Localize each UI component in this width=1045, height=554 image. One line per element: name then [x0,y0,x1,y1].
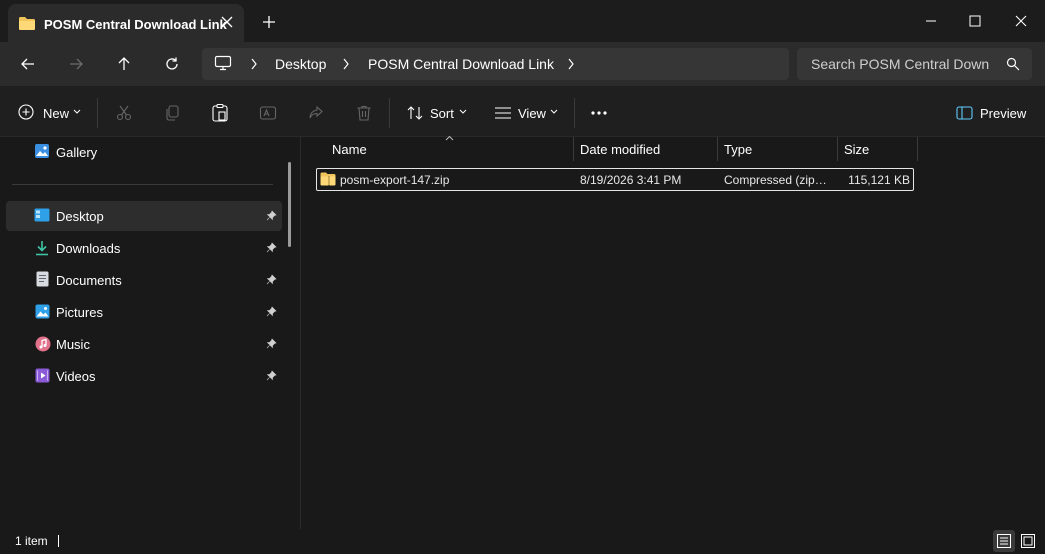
sidebar-item-documents[interactable]: Documents [56,273,122,288]
file-date-modified: 8/19/2026 3:41 PM [580,173,682,187]
sidebar-item-gallery[interactable]: Gallery [56,145,97,160]
search-icon[interactable] [1006,57,1020,71]
rename-icon[interactable] [259,104,277,122]
this-pc-icon[interactable] [214,55,232,71]
status-divider [58,535,59,547]
maximize-icon[interactable] [952,6,998,36]
sort-button[interactable]: Sort [430,106,454,121]
sidebar-divider [12,184,273,185]
folder-icon [18,16,36,31]
pane-splitter[interactable] [300,137,301,529]
download-icon [35,240,49,256]
pin-icon[interactable] [266,338,277,349]
column-header-type[interactable]: Type [724,142,752,157]
navigation-pane [0,137,300,529]
pin-icon[interactable] [266,242,277,253]
up-arrow-icon[interactable] [110,52,138,76]
sidebar-item-desktop[interactable]: Desktop [56,209,104,224]
file-type: Compressed (zipped) Folder [724,173,828,187]
chevron-right-icon[interactable] [342,58,350,70]
toolbar-divider [97,98,98,128]
sort-up-indicator-icon [445,135,454,141]
sort-icon[interactable] [406,104,424,122]
column-divider[interactable] [917,137,918,161]
toolbar-divider [574,98,575,128]
details-view-icon[interactable] [997,534,1011,548]
copy-icon[interactable] [163,104,181,122]
minimize-icon[interactable] [908,6,954,36]
pin-icon[interactable] [266,210,277,221]
chevron-right-icon[interactable] [567,58,575,70]
cut-icon[interactable] [115,104,133,122]
music-icon [35,336,51,352]
zip-folder-icon [320,172,336,186]
column-header-date-modified[interactable]: Date modified [580,142,660,157]
column-divider[interactable] [717,137,718,161]
share-icon[interactable] [307,104,325,122]
view-button[interactable]: View [518,106,546,121]
close-tab-icon[interactable] [220,15,234,29]
forward-arrow-icon[interactable] [62,52,90,76]
sidebar-item-downloads[interactable]: Downloads [56,241,120,256]
toolbar-divider [389,98,390,128]
tiles-view-icon[interactable] [1021,534,1035,548]
view-icon[interactable] [494,106,512,120]
chevron-right-icon[interactable] [250,58,258,70]
column-header-name[interactable]: Name [332,142,367,157]
sidebar-scrollbar[interactable] [288,162,291,247]
sidebar-item-music[interactable]: Music [56,337,90,352]
status-bar [0,529,1045,554]
sidebar-item-videos[interactable]: Videos [56,369,96,384]
document-icon [36,271,49,287]
search-input[interactable]: Search POSM Central Download Link [811,56,989,72]
preview-pane-icon[interactable] [956,106,973,120]
back-arrow-icon[interactable] [14,52,42,76]
paste-icon[interactable] [211,103,229,123]
pictures-icon [35,304,50,319]
gallery-icon [34,143,50,159]
column-divider[interactable] [573,137,574,161]
sidebar-item-pictures[interactable]: Pictures [56,305,103,320]
desktop-icon [34,208,50,222]
new-plus-icon[interactable] [18,104,34,120]
more-options-icon[interactable] [590,110,608,116]
file-size: 115,121 KB [848,173,910,187]
preview-button[interactable]: Preview [980,106,1026,121]
refresh-icon[interactable] [158,52,186,76]
chevron-down-icon[interactable] [459,109,467,115]
close-window-icon[interactable] [998,6,1044,36]
chevron-down-icon[interactable] [73,109,81,115]
column-divider[interactable] [837,137,838,161]
new-button[interactable]: New [43,106,69,121]
delete-icon[interactable] [355,104,373,122]
tab-title: POSM Central Download Link [44,17,227,32]
new-tab-icon[interactable] [262,15,276,29]
chevron-down-icon[interactable] [550,109,558,115]
pin-icon[interactable] [266,370,277,381]
file-name: posm-export-147.zip [340,173,450,187]
column-header-size[interactable]: Size [844,142,869,157]
item-count: 1 item [15,534,48,548]
pin-icon[interactable] [266,274,277,285]
breadcrumb-current-folder[interactable]: POSM Central Download Link [368,56,554,72]
breadcrumb-desktop[interactable]: Desktop [275,56,326,72]
pin-icon[interactable] [266,306,277,317]
videos-icon [35,368,50,383]
